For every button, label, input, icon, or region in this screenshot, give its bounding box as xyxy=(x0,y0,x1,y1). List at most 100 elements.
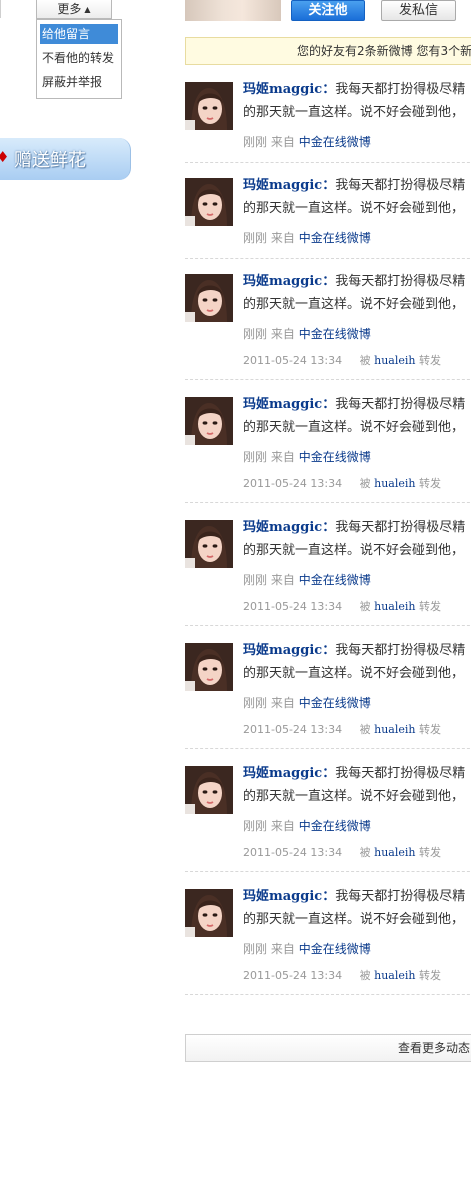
post-text-line2: 的那天就一直这样。说不好会碰到他， xyxy=(243,912,465,927)
author-name-link[interactable]: 玛姬maggic： xyxy=(243,766,335,781)
menu-item-hide-reposts[interactable]: 不看他的转发 xyxy=(40,48,118,68)
caret-up-icon: ▲ xyxy=(84,5,91,14)
repost-date: 2011-05-24 13:34 xyxy=(243,969,343,982)
repost-user-link[interactable]: hualeih xyxy=(374,723,415,736)
from-label: 来自 xyxy=(270,942,295,956)
author-avatar[interactable] xyxy=(185,643,233,691)
feed-divider xyxy=(185,871,471,872)
repost-date: 2011-05-24 13:34 xyxy=(243,723,343,736)
repost-info: 2011-05-24 13:34 被 hualeih 转发 xyxy=(243,721,441,737)
post-text: 我每天都打扮得极尽精 xyxy=(335,178,466,193)
load-more-label: 查看更多动态 xyxy=(398,1041,471,1055)
source-link[interactable]: 中金在线微博 xyxy=(299,327,371,341)
post-time[interactable]: 刚刚 xyxy=(243,696,267,710)
author-avatar[interactable] xyxy=(185,520,233,568)
new-posts-notice[interactable]: 您的好友有2条新微博 您有3个新 xyxy=(185,37,471,65)
repost-action-label: 转发 xyxy=(418,600,441,613)
post-text-line2: 的那天就一直这样。说不好会碰到他， xyxy=(243,105,465,120)
load-more-button[interactable]: 查看更多动态 xyxy=(185,1034,471,1062)
gift-flowers-button[interactable]: ♦ 赠送鲜花 xyxy=(0,138,131,180)
more-label: 更多 xyxy=(57,2,82,16)
from-label: 来自 xyxy=(270,819,295,833)
more-dropdown-toggle[interactable]: 更多 ▲ xyxy=(36,0,112,19)
repost-action-label: 转发 xyxy=(418,354,441,367)
post-text: 我每天都打扮得极尽精 xyxy=(335,766,466,781)
source-link[interactable]: 中金在线微博 xyxy=(299,942,371,956)
from-label: 来自 xyxy=(270,327,295,341)
repost-action-label: 转发 xyxy=(418,477,441,490)
post-time[interactable]: 刚刚 xyxy=(243,573,267,587)
notice-text: 您的好友有2条新微博 您有3个新 xyxy=(297,44,471,58)
post-text: 我每天都打扮得极尽精 xyxy=(335,397,466,412)
menu-item-leave-message[interactable]: 给他留言 xyxy=(40,24,118,44)
profile-banner-image xyxy=(185,0,281,21)
repost-user-link[interactable]: hualeih xyxy=(374,600,415,613)
author-name-link[interactable]: 玛姬maggic： xyxy=(243,520,335,535)
post-meta: 刚刚 来自 中金在线微博 xyxy=(243,133,371,150)
repost-date: 2011-05-24 13:34 xyxy=(243,600,343,613)
author-name-link[interactable]: 玛姬maggic： xyxy=(243,274,335,289)
feed-divider xyxy=(185,748,471,749)
repost-info: 2011-05-24 13:34 被 hualeih 转发 xyxy=(243,967,441,983)
source-link[interactable]: 中金在线微博 xyxy=(299,450,371,464)
feed-divider xyxy=(185,502,471,503)
feed-divider xyxy=(185,379,471,380)
post-text-line1: 玛姬maggic：我每天都打扮得极尽精 xyxy=(243,889,465,905)
source-link[interactable]: 中金在线微博 xyxy=(299,819,371,833)
author-avatar[interactable] xyxy=(185,889,233,937)
author-name-link[interactable]: 玛姬maggic： xyxy=(243,82,335,97)
feed-divider xyxy=(185,994,471,995)
repost-user-link[interactable]: hualeih xyxy=(374,477,415,490)
post-text: 我每天都打扮得极尽精 xyxy=(335,82,466,97)
follow-button[interactable]: 关注他 xyxy=(291,0,365,21)
repost-by-label: 被 xyxy=(359,723,371,736)
author-name-link[interactable]: 玛姬maggic： xyxy=(243,889,335,904)
post-meta: 刚刚 来自 中金在线微博 xyxy=(243,448,371,465)
source-link[interactable]: 中金在线微博 xyxy=(299,135,371,149)
repost-info: 2011-05-24 13:34 被 hualeih 转发 xyxy=(243,844,441,860)
private-message-button[interactable]: 发私信 xyxy=(381,0,456,21)
post-time[interactable]: 刚刚 xyxy=(243,327,267,341)
from-label: 来自 xyxy=(270,135,295,149)
post-time[interactable]: 刚刚 xyxy=(243,135,267,149)
repost-user-link[interactable]: hualeih xyxy=(374,354,415,367)
post-text: 我每天都打扮得极尽精 xyxy=(335,889,466,904)
repost-by-label: 被 xyxy=(359,969,371,982)
post-meta: 刚刚 来自 中金在线微博 xyxy=(243,940,371,957)
repost-by-label: 被 xyxy=(359,600,371,613)
post-text-line2: 的那天就一直这样。说不好会碰到他， xyxy=(243,297,465,312)
repost-user-link[interactable]: hualeih xyxy=(374,846,415,859)
author-name-link[interactable]: 玛姬maggic： xyxy=(243,643,335,658)
post-text-line1: 玛姬maggic：我每天都打扮得极尽精 xyxy=(243,397,465,413)
post-text: 我每天都打扮得极尽精 xyxy=(335,520,466,535)
from-label: 来自 xyxy=(270,450,295,464)
source-link[interactable]: 中金在线微博 xyxy=(299,573,371,587)
repost-by-label: 被 xyxy=(359,477,371,490)
post-meta: 刚刚 来自 中金在线微博 xyxy=(243,694,371,711)
repost-info: 2011-05-24 13:34 被 hualeih 转发 xyxy=(243,598,441,614)
gift-flowers-label: 赠送鲜花 xyxy=(14,150,86,171)
source-link[interactable]: 中金在线微博 xyxy=(299,696,371,710)
repost-date: 2011-05-24 13:34 xyxy=(243,846,343,859)
repost-action-label: 转发 xyxy=(418,969,441,982)
repost-by-label: 被 xyxy=(359,354,371,367)
menu-item-block-report[interactable]: 屏蔽并举报 xyxy=(40,72,118,92)
post-time[interactable]: 刚刚 xyxy=(243,942,267,956)
post-meta: 刚刚 来自 中金在线微博 xyxy=(243,817,371,834)
author-name-link[interactable]: 玛姬maggic： xyxy=(243,397,335,412)
post-time[interactable]: 刚刚 xyxy=(243,450,267,464)
repost-user-link[interactable]: hualeih xyxy=(374,969,415,982)
author-name-link[interactable]: 玛姬maggic： xyxy=(243,178,335,193)
repost-action-label: 转发 xyxy=(418,723,441,736)
source-link[interactable]: 中金在线微博 xyxy=(299,231,371,245)
post-text: 我每天都打扮得极尽精 xyxy=(335,643,466,658)
post-meta: 刚刚 来自 中金在线微博 xyxy=(243,571,371,588)
post-text-line2: 的那天就一直这样。说不好会碰到他， xyxy=(243,201,465,216)
author-avatar[interactable] xyxy=(185,274,233,322)
post-time[interactable]: 刚刚 xyxy=(243,819,267,833)
author-avatar[interactable] xyxy=(185,82,233,130)
author-avatar[interactable] xyxy=(185,397,233,445)
author-avatar[interactable] xyxy=(185,766,233,814)
author-avatar[interactable] xyxy=(185,178,233,226)
post-time[interactable]: 刚刚 xyxy=(243,231,267,245)
